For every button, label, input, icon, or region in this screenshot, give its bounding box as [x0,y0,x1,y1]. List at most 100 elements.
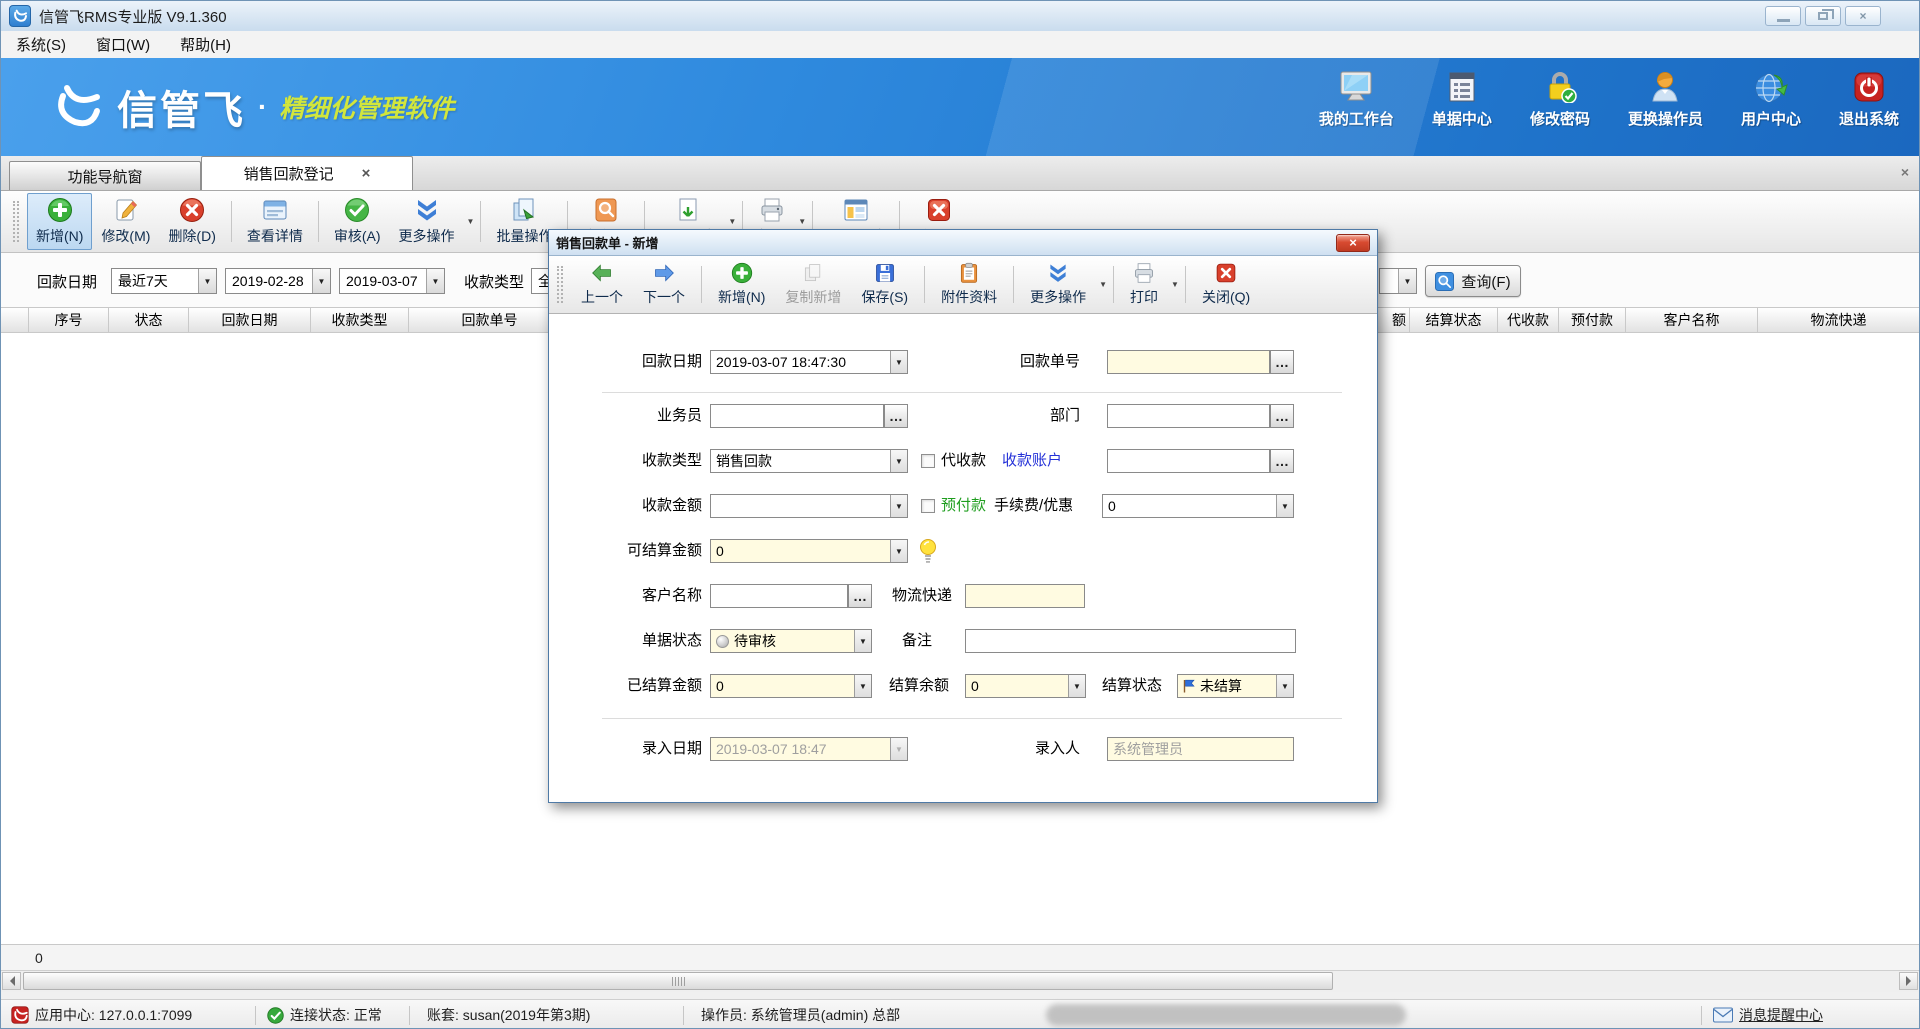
dropdown-caret-icon[interactable]: ▼ [1068,675,1085,697]
department-browse-button[interactable]: … [1270,404,1294,428]
dropdown-caret-icon[interactable]: ▼ [467,217,475,226]
toolbar-add-button[interactable]: 新增(N) [27,194,92,249]
tab-close-icon[interactable]: × [362,165,371,182]
dialog-print-button[interactable]: 打印 ▼ [1120,259,1179,310]
hint-bulb-icon[interactable] [919,538,937,564]
import-export-icon [675,197,701,223]
batch-actions-icon [511,197,537,223]
logistics-input[interactable] [965,584,1085,608]
column-collection[interactable]: 代收款 [1498,308,1559,332]
date-to-combobox[interactable]: 2019-03-07 ▼ [339,268,445,294]
amount-combobox[interactable]: ▼ [710,494,908,518]
toolbar-delete-button[interactable]: 删除(D) [159,194,224,249]
entry-user-label: 录入人 [987,737,1080,761]
tab-function-nav[interactable]: 功能导航窗 [9,161,201,190]
dialog-more-actions-button[interactable]: 更多操作 ▼ [1020,259,1107,310]
restore-button[interactable] [1805,6,1841,26]
prepaid-checkbox[interactable] [921,499,935,513]
column-row-selector[interactable] [1,308,29,332]
dropdown-caret-icon[interactable]: ▼ [854,630,871,652]
collection-checkbox[interactable] [921,454,935,468]
scroll-left-button[interactable] [2,972,21,990]
message-center-link[interactable]: 消息提醒中心 [1739,1005,1823,1025]
nav-my-workbench[interactable]: 我的工作台 [1319,71,1394,129]
dialog-add-button[interactable]: 新增(N) [708,259,775,310]
settle-status-combobox[interactable]: 未结算 ▼ [1177,674,1294,698]
receipt-no-input[interactable] [1107,350,1270,374]
balance-combobox[interactable]: 0 ▼ [965,674,1086,698]
dropdown-caret-icon[interactable]: ▼ [890,540,907,562]
minimize-button[interactable] [1765,6,1801,26]
scroll-right-button[interactable] [1899,972,1918,990]
dropdown-caret-icon[interactable]: ▼ [426,269,444,293]
column-prepaid[interactable]: 预付款 [1559,308,1626,332]
column-payment-date[interactable]: 回款日期 [189,308,311,332]
settleable-combobox[interactable]: 0 ▼ [710,539,908,563]
column-seq[interactable]: 序号 [29,308,109,332]
dropdown-caret-icon[interactable]: ▼ [890,495,907,517]
customer-browse-button[interactable]: … [848,584,872,608]
nav-user-center[interactable]: 用户中心 [1741,71,1801,129]
fee-combobox[interactable]: 0 ▼ [1102,494,1294,518]
payment-account-input[interactable] [1107,449,1270,473]
dialog-save-button[interactable]: 保存(S) [851,259,918,310]
dropdown-caret-icon[interactable]: ▼ [1171,280,1179,289]
dropdown-caret-icon[interactable]: ▼ [1276,495,1293,517]
menu-help[interactable]: 帮助(H) [165,31,246,58]
horizontal-scrollbar[interactable] [1,971,1919,992]
tabbar-close-icon[interactable]: × [1901,164,1909,180]
column-settle-status[interactable]: 结算状态 [1410,308,1498,332]
dropdown-caret-icon[interactable]: ▼ [728,217,736,226]
dropdown-caret-icon[interactable]: ▼ [1276,675,1293,697]
receipt-no-browse-button[interactable]: … [1270,350,1294,374]
dialog-prev-button[interactable]: 上一个 [571,259,633,310]
doc-status-combobox[interactable]: 待审核 ▼ [710,629,872,653]
salesman-input[interactable] [710,404,884,428]
dropdown-caret-icon[interactable]: ▼ [1099,280,1107,289]
tab-sales-payment[interactable]: 销售回款登记 × [201,156,413,190]
column-customer[interactable]: 客户名称 [1626,308,1758,332]
dropdown-caret-icon[interactable]: ▼ [198,269,216,293]
dialog-close-toolbar-button[interactable]: 关闭(Q) [1192,259,1260,310]
customer-input[interactable] [710,584,848,608]
dropdown-caret-icon[interactable]: ▼ [312,269,330,293]
dropdown-caret-icon[interactable]: ▼ [854,675,871,697]
scrollbar-thumb[interactable] [23,972,1333,990]
payment-type-combobox[interactable]: 销售回款 ▼ [710,449,908,473]
dialog-close-button[interactable]: × [1336,234,1370,252]
dialog-next-button[interactable]: 下一个 [633,259,695,310]
department-input[interactable] [1107,404,1270,428]
date-from-combobox[interactable]: 2019-02-28 ▼ [225,268,331,294]
payment-account-browse-button[interactable]: … [1270,449,1294,473]
nav-exit-system[interactable]: 退出系统 [1839,71,1899,129]
dropdown-caret-icon[interactable]: ▼ [890,450,907,472]
settled-combobox[interactable]: 0 ▼ [710,674,872,698]
nav-change-password[interactable]: 修改密码 [1530,71,1590,129]
dropdown-caret-icon[interactable]: ▼ [798,217,806,226]
payment-account-link[interactable]: 收款账户 [1002,449,1062,473]
nav-document-center[interactable]: 单据中心 [1432,71,1492,129]
menu-window[interactable]: 窗口(W) [81,31,165,58]
dialog-attachment-button[interactable]: 附件资料 [931,259,1007,310]
column-logistics[interactable]: 物流快递 [1758,308,1919,332]
menu-system[interactable]: 系统(S) [1,31,81,58]
toolbar-audit-button[interactable]: 审核(A) [325,194,390,249]
column-receipt-no[interactable]: 回款单号 [409,308,571,332]
nav-switch-operator[interactable]: 更换操作员 [1628,71,1703,129]
remark-input[interactable] [965,629,1296,653]
query-button[interactable]: 查询(F) [1425,265,1521,297]
toolbar-view-detail-button[interactable]: 查看详情 [238,194,312,249]
truncated-combobox[interactable]: ▼ [1379,268,1417,294]
date-range-combobox[interactable]: 最近7天 ▼ [111,268,217,294]
close-button[interactable]: × [1845,6,1881,26]
status-message-center[interactable]: 消息提醒中心 [1713,1000,1823,1029]
toolbar-more-actions-button[interactable]: 更多操作 ▼ [390,194,475,249]
column-payment-type[interactable]: 收款类型 [311,308,409,332]
salesman-browse-button[interactable]: … [884,404,908,428]
payment-date-combobox[interactable]: 2019-03-07 18:47:30 ▼ [710,350,908,374]
dialog-copy-add-button[interactable]: 复制新增 [775,259,851,310]
dropdown-caret-icon[interactable]: ▼ [890,351,907,373]
column-status[interactable]: 状态 [109,308,189,332]
toolbar-edit-button[interactable]: 修改(M) [92,194,159,249]
dropdown-caret-icon[interactable]: ▼ [1398,269,1416,293]
